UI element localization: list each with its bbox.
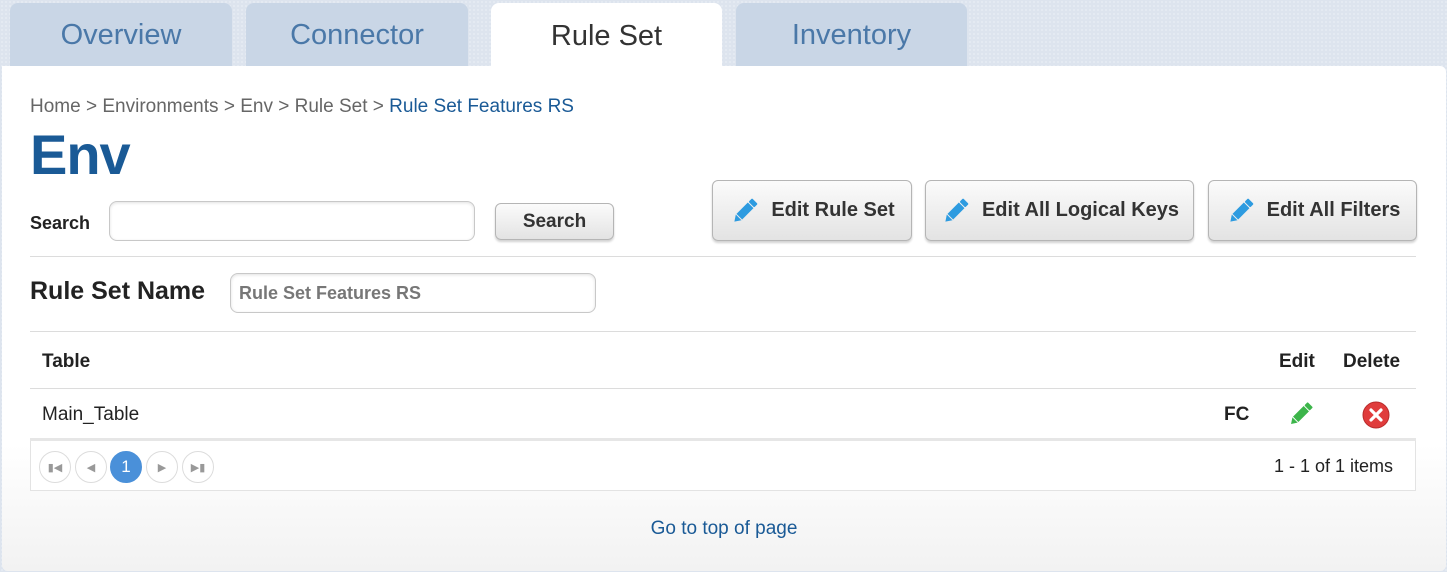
breadcrumb-separator: > [372, 96, 384, 117]
edit-rule-set-button[interactable]: Edit Rule Set [712, 180, 912, 241]
edit-all-logical-keys-button[interactable]: Edit All Logical Keys [925, 180, 1194, 241]
next-page-icon[interactable]: ▶ [146, 451, 178, 483]
edit-rule-set-label: Edit Rule Set [771, 199, 895, 221]
search-input[interactable] [109, 201, 475, 241]
pencil-icon [940, 195, 972, 227]
breadcrumb-home[interactable]: Home [30, 96, 81, 117]
tab-inventory[interactable]: Inventory [736, 3, 967, 67]
table-name-cell: Main_Table [42, 404, 140, 425]
breadcrumb: Home > Environments > Env > Rule Set > R… [30, 96, 574, 118]
delete-icon[interactable] [1362, 401, 1390, 429]
breadcrumb-rule-set[interactable]: Rule Set [295, 96, 368, 117]
rule-set-name-label: Rule Set Name [30, 277, 206, 305]
breadcrumb-separator: > [278, 96, 290, 117]
last-page-icon[interactable]: ▶▮ [182, 451, 214, 483]
page-title: Env [30, 123, 131, 186]
rule-set-name-field[interactable] [230, 273, 596, 313]
search-button[interactable]: Search [495, 203, 614, 240]
edit-all-logical-keys-label: Edit All Logical Keys [981, 199, 1180, 221]
go-to-top-link[interactable]: Go to top of page [2, 518, 1446, 540]
pencil-icon[interactable] [1286, 399, 1316, 429]
page-button[interactable]: 1 [110, 451, 142, 483]
column-header-edit: Edit [1279, 351, 1315, 372]
edit-all-filters-label: Edit All Filters [1266, 199, 1401, 221]
first-page-icon[interactable]: ▮◀ [39, 451, 71, 483]
breadcrumb-separator: > [85, 96, 98, 117]
column-header-delete: Delete [1343, 351, 1401, 372]
table-row: Main_Table FC [30, 389, 1416, 441]
tab-connector[interactable]: Connector [246, 3, 468, 67]
search-label: Search [30, 213, 91, 233]
grid-header: Table Edit Delete [30, 331, 1416, 389]
pencil-icon [729, 195, 761, 227]
pager-info: 1 - 1 of 1 items [1273, 456, 1393, 476]
divider [30, 256, 1416, 257]
tab-overview[interactable]: Overview [10, 3, 232, 67]
tables-grid: Table Edit Delete Main_Table FC ▮◀ ◀ 1 ▶… [30, 331, 1416, 491]
pencil-icon [1225, 195, 1257, 227]
edit-all-filters-button[interactable]: Edit All Filters [1208, 180, 1417, 241]
breadcrumb-environments[interactable]: Environments [102, 96, 218, 117]
breadcrumb-env[interactable]: Env [240, 96, 273, 117]
breadcrumb-current: Rule Set Features RS [389, 96, 574, 117]
tab-rule-set[interactable]: Rule Set [491, 3, 722, 69]
content-panel: Home > Environments > Env > Rule Set > R… [2, 66, 1446, 571]
prev-page-icon[interactable]: ◀ [75, 451, 107, 483]
fc-flag: FC [1224, 404, 1250, 425]
pager: ▮◀ ◀ 1 ▶ ▶▮ 1 - 1 of 1 items [30, 441, 1416, 491]
column-header-table[interactable]: Table [42, 351, 90, 373]
breadcrumb-separator: > [223, 96, 235, 117]
